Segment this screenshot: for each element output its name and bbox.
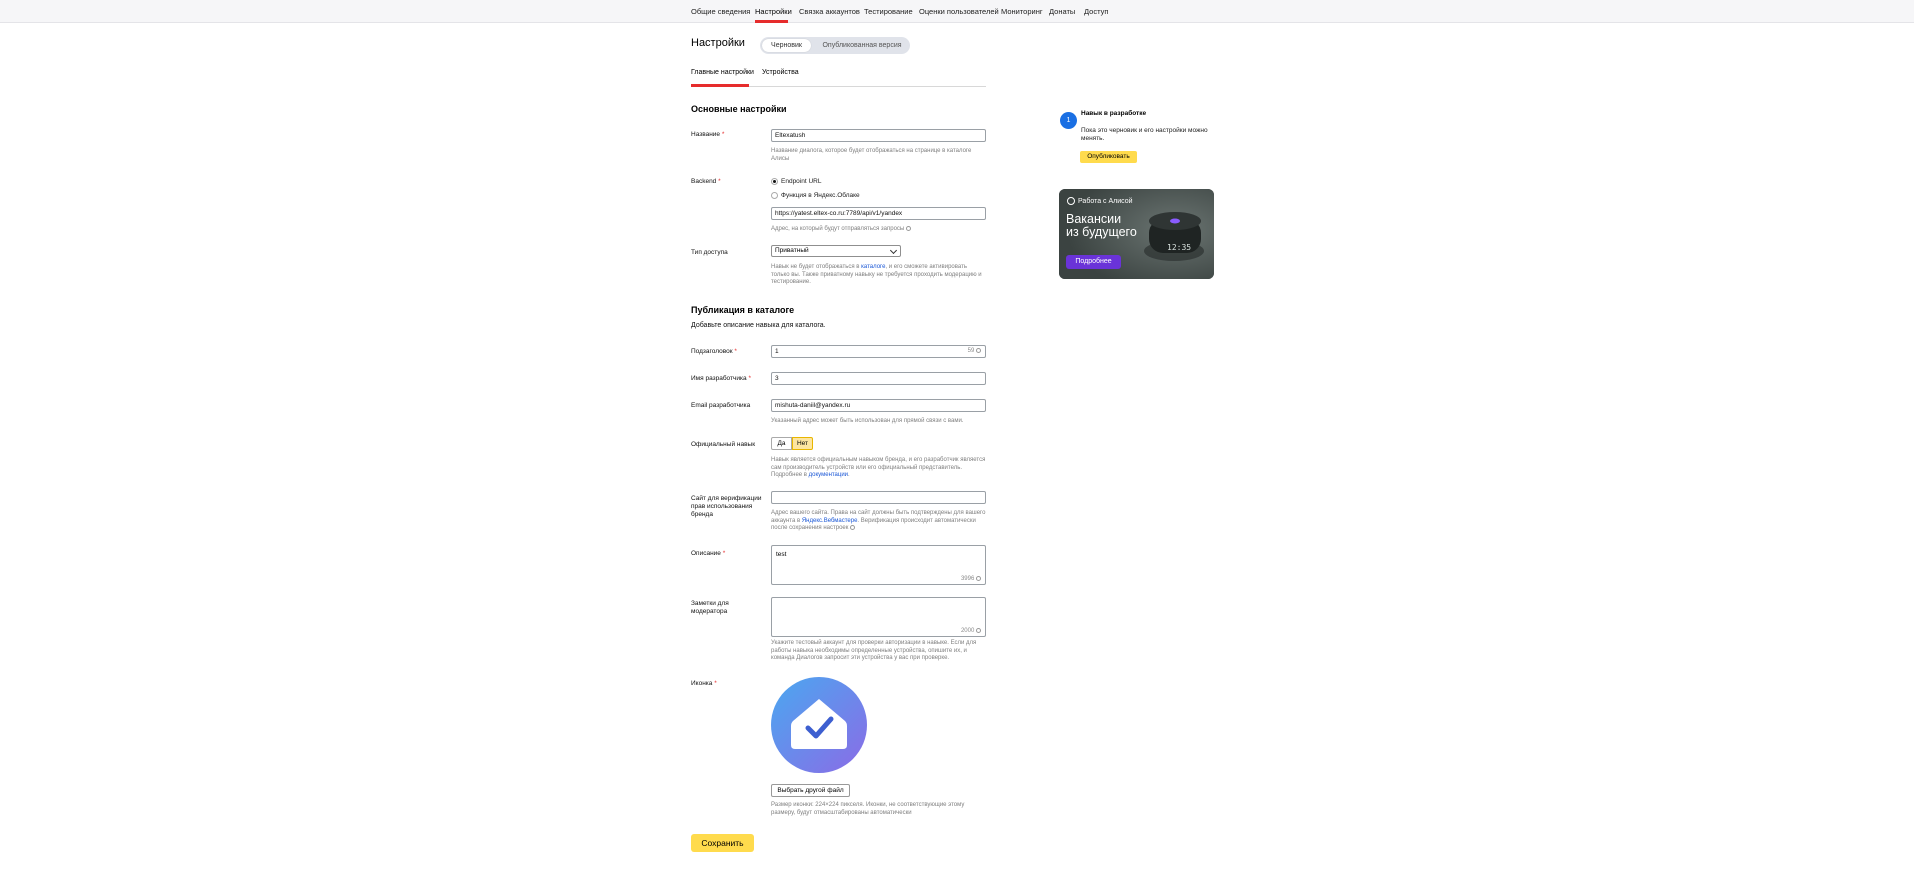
subheader-input[interactable]: 1 59 bbox=[771, 345, 986, 358]
nav-active-indicator bbox=[755, 20, 788, 23]
smart-home-icon bbox=[771, 677, 867, 773]
description-label: Описание * bbox=[691, 550, 726, 557]
backend-url-input[interactable]: https://yatest.eltex-co.ru:7789/api/v1/y… bbox=[771, 207, 986, 220]
status-title: Навык в разработке bbox=[1081, 110, 1147, 117]
developer-name-input[interactable]: 3 bbox=[771, 372, 986, 385]
chevron-down-icon bbox=[889, 246, 898, 255]
help-icon[interactable] bbox=[976, 347, 981, 353]
access-type-label: Тип доступа bbox=[691, 249, 728, 256]
brand-site-hint: Адрес вашего сайта. Права на сайт должны… bbox=[771, 510, 986, 532]
webmaster-link[interactable]: Яндекс.Вебмастере bbox=[802, 518, 858, 524]
nav-item-overview[interactable]: Общие сведения bbox=[691, 7, 750, 16]
version-published-tab[interactable]: Опубликованная версия bbox=[816, 39, 908, 52]
backend-option-endpoint[interactable]: Endpoint URL bbox=[771, 178, 821, 185]
moderator-notes-hint: Укажите тестовый аккаунт для проверки ав… bbox=[771, 640, 977, 661]
radio-endpoint-label: Endpoint URL bbox=[781, 178, 822, 185]
documentation-link[interactable]: документации bbox=[809, 472, 848, 478]
promo-brand-label: Работа с Алисой bbox=[1078, 197, 1133, 205]
name-input[interactable]: Eltexatush bbox=[771, 129, 986, 142]
moderator-notes-label: Заметки для модератора bbox=[691, 600, 729, 615]
official-skill-hint: Навык является официальным навыком бренд… bbox=[771, 457, 986, 478]
page-title: Настройки bbox=[691, 37, 745, 49]
subheader-value: 1 bbox=[775, 348, 779, 355]
official-no-button[interactable]: Нет bbox=[792, 437, 813, 450]
save-button[interactable]: Сохранить bbox=[691, 834, 754, 852]
promo-brand: Работа с Алисой bbox=[1067, 197, 1133, 205]
section-main-settings-title: Основные настройки bbox=[691, 104, 787, 114]
promo-headline-line2: из будущего bbox=[1066, 225, 1137, 239]
promo-clock: 12:35 bbox=[1167, 243, 1192, 252]
nav-item-settings[interactable]: Настройки bbox=[755, 7, 792, 16]
help-icon[interactable] bbox=[850, 525, 856, 530]
nav-item-ratings[interactable]: Оценки пользователей bbox=[919, 7, 999, 16]
description-counter: 3996 bbox=[961, 575, 981, 582]
backend-hint: Адрес, на который будут отправляться зап… bbox=[771, 226, 986, 234]
radio-endpoint[interactable] bbox=[771, 178, 778, 185]
official-skill-label: Официальный навык bbox=[691, 441, 756, 448]
help-icon[interactable] bbox=[976, 575, 981, 581]
promo-more-button[interactable]: Подробнее bbox=[1066, 255, 1121, 269]
brand-site-input[interactable] bbox=[771, 491, 986, 504]
top-nav: Общие сведения Настройки Связка аккаунто… bbox=[0, 0, 1914, 23]
nav-item-donations[interactable]: Донаты bbox=[1049, 7, 1075, 16]
backend-label: Backend * bbox=[691, 178, 721, 185]
help-icon[interactable] bbox=[976, 627, 981, 633]
section-catalog-title: Публикация в каталоге bbox=[691, 305, 795, 315]
developer-name-label: Имя разработчика * bbox=[691, 375, 751, 382]
moderator-notes-counter: 2000 bbox=[961, 627, 981, 634]
developer-email-label: Email разработчика bbox=[691, 402, 751, 409]
nav-item-access[interactable]: Доступ bbox=[1084, 7, 1108, 16]
promo-headline: Вакансии из будущего bbox=[1066, 213, 1137, 239]
icon-label: Иконка * bbox=[691, 680, 717, 687]
choose-file-button[interactable]: Выбрать другой файл bbox=[771, 784, 850, 797]
help-icon[interactable] bbox=[905, 226, 911, 231]
catalog-subtitle: Добавьте описание навыка для каталога. bbox=[691, 322, 826, 329]
official-yes-button[interactable]: Да bbox=[771, 437, 792, 450]
subtab-active-indicator bbox=[691, 84, 749, 87]
version-switch: Черновик Опубликованная версия bbox=[760, 37, 910, 54]
radio-cloud-function-label: Функция в Яндекс.Облаке bbox=[781, 192, 860, 199]
access-type-hint: Навык не будет отображаться в каталоге, … bbox=[771, 264, 982, 285]
alice-logo-icon bbox=[1067, 197, 1075, 205]
publish-button[interactable]: Опубликовать bbox=[1080, 151, 1137, 163]
version-draft-tab[interactable]: Черновик bbox=[762, 39, 811, 52]
radio-cloud-function[interactable] bbox=[771, 192, 778, 199]
official-skill-toggle: Да Нет bbox=[771, 437, 816, 450]
developer-email-input[interactable]: mishuta-daniil@yandex.ru bbox=[771, 399, 986, 412]
skill-icon-image bbox=[771, 677, 867, 773]
nav-item-testing[interactable]: Тестирование bbox=[864, 7, 913, 16]
name-label: Название * bbox=[691, 131, 725, 138]
access-type-select[interactable]: Приватный bbox=[771, 245, 901, 257]
subheader-counter: 59 bbox=[968, 346, 981, 357]
step-badge: 1 bbox=[1060, 112, 1077, 129]
nav-item-account-linking[interactable]: Связка аккаунтов bbox=[799, 7, 860, 16]
description-value: test bbox=[776, 551, 787, 558]
tab-main-settings[interactable]: Главные настройки bbox=[691, 69, 754, 76]
access-type-value: Приватный bbox=[775, 247, 809, 254]
tab-devices[interactable]: Устройства bbox=[762, 69, 799, 76]
nav-item-monitoring[interactable]: Мониторинг bbox=[1001, 7, 1043, 16]
moderator-notes-textarea[interactable]: 2000 bbox=[771, 597, 986, 637]
status-text: Пока это черновик и его настройки можно … bbox=[1081, 127, 1208, 142]
backend-option-cloud-function[interactable]: Функция в Яндекс.Облаке bbox=[771, 192, 860, 199]
brand-site-label: Сайт для верификации прав использования … bbox=[691, 495, 762, 518]
icon-hint: Размер иконки: 224×224 пикселя. Иконки, … bbox=[771, 802, 965, 816]
description-textarea[interactable]: test 3996 bbox=[771, 545, 986, 585]
settings-subtabs: Главные настройки Устройства bbox=[691, 69, 986, 87]
promo-banner[interactable]: 12:35 Работа с Алисой Вакансии из будуще… bbox=[1059, 189, 1214, 279]
subheader-label: Подзаголовок * bbox=[691, 348, 737, 355]
name-hint: Название диалога, которое будет отобража… bbox=[771, 148, 972, 162]
catalog-link[interactable]: каталоге bbox=[861, 264, 885, 270]
developer-email-hint: Указанный адрес может быть использован д… bbox=[771, 418, 964, 424]
